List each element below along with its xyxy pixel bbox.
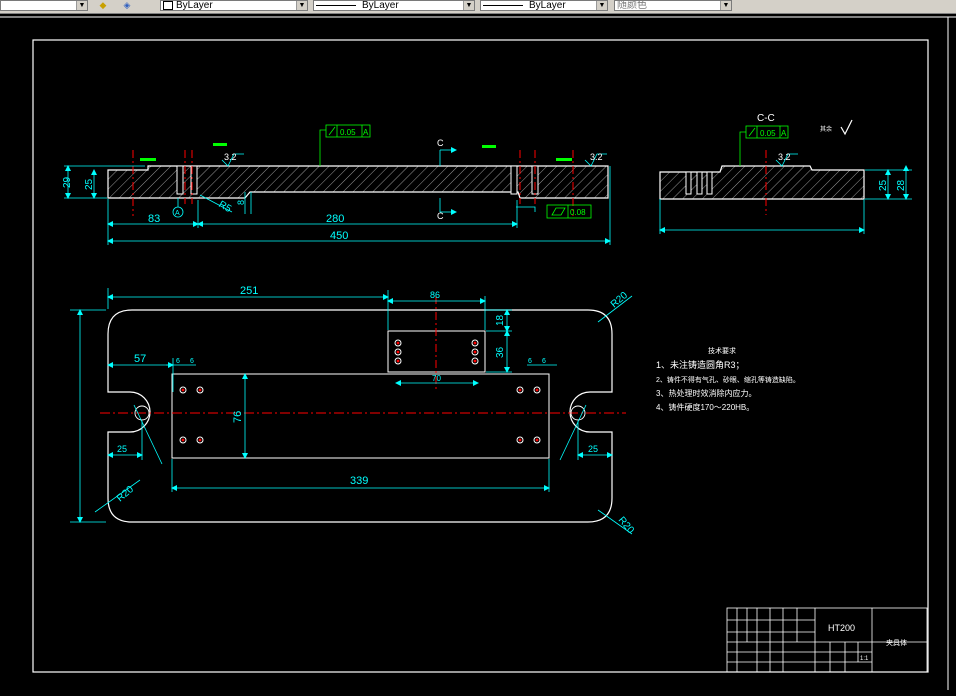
hole-center-mark <box>396 341 400 345</box>
title-material: HT200 <box>828 623 855 633</box>
plotstyle-control-dropdown[interactable]: 随颜色 ▼ <box>614 0 732 11</box>
dim-6-d: 6 <box>542 358 546 365</box>
front-datum-ref: A <box>363 128 369 137</box>
front-roughness-left: 3.2 <box>224 152 237 162</box>
lineweight-preview-icon <box>483 5 523 6</box>
dim-25-plan-left: 25 <box>117 444 127 454</box>
linetype-preview-icon <box>316 5 356 6</box>
tech-req-title: 技术要求 <box>708 346 736 355</box>
title-scale: 1:1 <box>860 656 869 662</box>
properties-toolbar: ▼ ◆ ◈ ByLayer ▼ ByLayer ▼ ByLayer ▼ 随颜色 … <box>0 0 956 14</box>
dim-29: 29 <box>62 176 73 188</box>
dim-70: 70 <box>432 374 441 383</box>
dim-25-section: 25 <box>878 179 889 191</box>
plan-outline <box>107 309 613 523</box>
dim-r20-top-right: R20 <box>609 290 630 311</box>
dim-25-front: 25 <box>84 178 95 190</box>
dim-86: 86 <box>430 290 440 300</box>
plotstyle-control-value: 随颜色 <box>617 0 647 11</box>
hole-center-mark <box>396 359 400 363</box>
chevron-down-icon: ▼ <box>720 1 731 10</box>
linetype-control-value: ByLayer <box>362 0 399 11</box>
dim-r20-bottom-left: R20 <box>115 484 136 505</box>
hole-center-mark <box>181 438 185 442</box>
linetype-control-dropdown[interactable]: ByLayer ▼ <box>313 0 475 11</box>
title-part-name: 夹具体 <box>886 638 907 647</box>
dim-76: 76 <box>232 411 244 423</box>
dim-18: 18 <box>495 314 506 326</box>
color-swatch-icon <box>163 1 173 10</box>
chevron-down-icon: ▼ <box>76 1 87 10</box>
dim-450: 450 <box>330 230 348 242</box>
lineweight-control-dropdown[interactable]: ByLayer ▼ <box>480 0 608 11</box>
plan-hole-markers <box>179 339 541 444</box>
cad-drawing[interactable]: 0.05 A 0.08 3.2 3.2 C C A 29 25 83 280 4… <box>0 14 956 696</box>
layer-previous-icon[interactable]: ◆ <box>96 0 110 10</box>
hole-center-mark <box>535 388 539 392</box>
dim-83: 83 <box>148 213 160 225</box>
technical-requirements: 技术要求 1、未注铸造圆角R3； 2、铸件不得有气孔、砂眼、缩孔等铸造缺陷。 3… <box>656 346 800 412</box>
section-datum-ref: A <box>781 129 787 138</box>
dim-8: 8 <box>236 200 246 205</box>
dim-57: 57 <box>134 353 146 365</box>
section-view-cc: C-C 0.05 A 3.2 25 28 其余 <box>659 113 912 234</box>
front-roughness-right: 3.2 <box>590 152 603 162</box>
section-title: C-C <box>757 113 775 124</box>
hole-center-mark <box>518 388 522 392</box>
dim-25-plan-right: 25 <box>588 444 598 454</box>
tech-req-item-2: 2、铸件不得有气孔、砂眼、缩孔等铸造缺陷。 <box>656 375 800 384</box>
section-mark-bottom: C <box>437 211 444 221</box>
section-mark-top: C <box>437 138 444 148</box>
dim-6-c: 6 <box>528 358 532 365</box>
hole-center-mark <box>473 341 477 345</box>
dim-339: 339 <box>350 475 368 487</box>
section-roughness: 3.2 <box>778 152 791 162</box>
front-flatness-tol: 0.05 <box>340 128 356 137</box>
hole-center-mark <box>198 438 202 442</box>
dim-280: 280 <box>326 213 344 225</box>
tech-req-item-1: 1、未注铸造圆角R3； <box>656 359 745 370</box>
dim-36: 36 <box>495 346 506 358</box>
front-view: 0.05 A 0.08 3.2 3.2 C C A 29 25 83 280 4… <box>62 124 611 245</box>
hole-center-mark <box>396 350 400 354</box>
lineweight-control-value: ByLayer <box>529 0 566 11</box>
datum-symbol-label: A <box>175 210 180 217</box>
plan-view: 251 86 18 36 70 57 76 339 25 25 R20 R20 … <box>70 285 636 536</box>
hole-center-mark <box>198 388 202 392</box>
dim-r5: R5 <box>217 199 234 215</box>
tech-req-item-4: 4、铸件硬度170～220HB。 <box>656 402 754 412</box>
drawing-canvas[interactable]: 0.05 A 0.08 3.2 3.2 C C A 29 25 83 280 4… <box>0 14 956 696</box>
dim-6-a: 6 <box>176 358 180 365</box>
hole-center-mark <box>518 438 522 442</box>
front-flatness-tol-bottom: 0.08 <box>570 208 586 217</box>
chevron-down-icon: ▼ <box>296 1 307 10</box>
layer-dropdown-stub[interactable]: ▼ <box>0 0 88 11</box>
hole-center-mark <box>473 350 477 354</box>
hole-center-mark <box>535 438 539 442</box>
dim-r20-bottom-right: R20 <box>616 515 637 536</box>
roughness-check-icon <box>840 119 853 136</box>
plan-pocket <box>171 373 550 459</box>
section-flatness-tol: 0.05 <box>760 129 776 138</box>
dim-251: 251 <box>240 285 258 297</box>
tech-req-item-3: 3、热处理时效消除内应力。 <box>656 388 756 398</box>
dim-28-section: 28 <box>896 179 907 191</box>
color-control-value: ByLayer <box>176 0 213 11</box>
drawing-border <box>32 39 929 673</box>
chevron-down-icon: ▼ <box>596 1 607 10</box>
layer-states-icon[interactable]: ◈ <box>120 0 134 10</box>
hole-center-mark <box>473 359 477 363</box>
chevron-down-icon: ▼ <box>463 1 474 10</box>
general-roughness-prefix: 其余 <box>820 125 832 133</box>
dim-6-b: 6 <box>190 358 194 365</box>
hole-center-mark <box>181 388 185 392</box>
color-control-dropdown[interactable]: ByLayer ▼ <box>160 0 308 11</box>
